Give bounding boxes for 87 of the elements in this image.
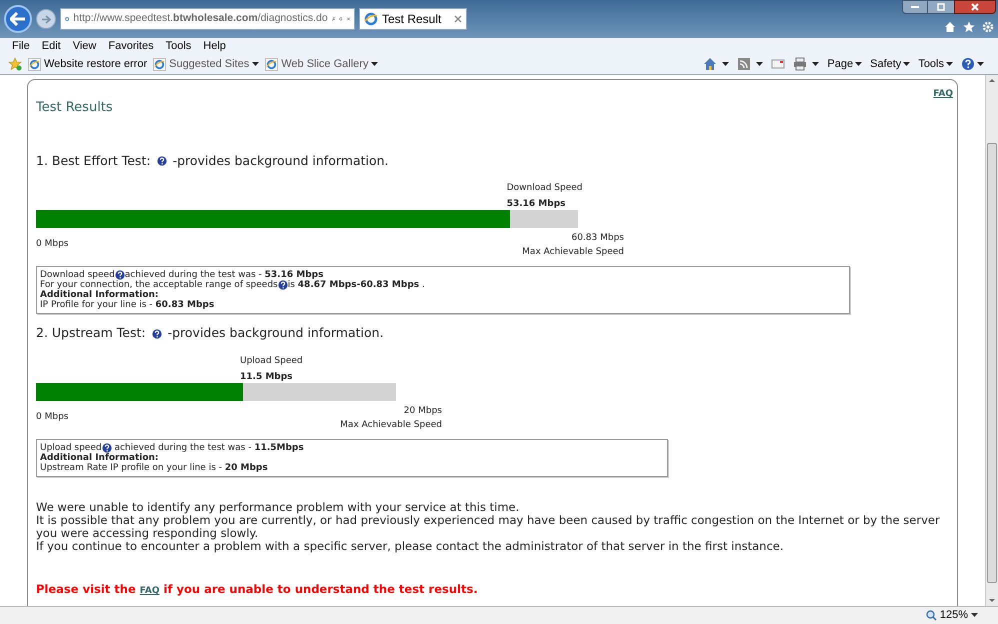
min-speed-label: 0 Mbps	[36, 238, 68, 252]
feed-icon[interactable]	[737, 57, 752, 71]
home-icon[interactable]	[703, 57, 718, 71]
min-speed-label: 0 Mbps	[36, 411, 68, 424]
favorites-link[interactable]: Suggested Sites	[169, 56, 250, 72]
info-text: achieved during the test was - 53.16 Mbps	[124, 270, 324, 280]
page-icon	[364, 12, 378, 26]
faq-link[interactable]: FAQ	[933, 88, 953, 102]
printer-icon[interactable]	[793, 57, 808, 71]
max-speed-label: Max Achievable Speed	[340, 418, 442, 432]
info-text: IP Profile for your line is - 60.83 Mbps	[40, 300, 216, 310]
page-icon	[28, 58, 41, 70]
caret-icon[interactable]	[722, 62, 730, 66]
command-menu[interactable]: Tools	[918, 56, 944, 72]
zoom-icon[interactable]	[926, 610, 937, 621]
favorites-link[interactable]: Web Slice Gallery	[281, 56, 368, 72]
menu-item[interactable]: View	[72, 38, 96, 54]
speed-value: 11.5 Mbps	[240, 370, 294, 384]
menu-item[interactable]: Favorites	[108, 38, 154, 54]
speed-label: Download Speed	[506, 182, 583, 196]
caret-icon[interactable]	[252, 62, 260, 66]
max-speed-label: Max Achievable Speed	[522, 246, 624, 259]
favorites-star-icon[interactable]	[8, 57, 22, 71]
test-heading: 1. Best Effort Test:	[36, 152, 151, 170]
scroll-down-icon[interactable]	[988, 598, 996, 604]
help-icon[interactable]	[152, 328, 162, 339]
max-speed-value: 20 Mbps	[404, 405, 442, 418]
scrollbar-thumb[interactable]	[987, 143, 997, 583]
close-button[interactable]	[954, 0, 996, 14]
faq-link[interactable]: FAQ	[140, 585, 160, 598]
info-text: For your connection, the acceptable range of speeds	[40, 280, 278, 290]
caret-icon[interactable]	[903, 62, 910, 66]
mail-icon[interactable]	[771, 57, 786, 71]
help-icon[interactable]	[114, 270, 125, 280]
back-arrow-icon[interactable]	[10, 12, 26, 26]
menu-item[interactable]: Edit	[42, 38, 61, 54]
address-bar[interactable]: http://www.speedtest.btwholesale.com/diagnostics.do	[60, 8, 355, 30]
menu-item[interactable]: Tools	[166, 38, 192, 54]
test-heading-note: -provides background information.	[172, 152, 389, 170]
info-text: achieved during the test was - 11.5Mbps	[113, 443, 304, 453]
info-text: Additional Information:	[40, 290, 159, 300]
back-button[interactable]	[4, 5, 32, 33]
speed-label: Upload Speed	[240, 355, 303, 368]
caret-icon[interactable]	[371, 62, 378, 66]
speed-value: 53.16 Mbps	[506, 198, 567, 211]
help-icon[interactable]	[961, 57, 975, 71]
favorites-link[interactable]: Website restore error	[44, 56, 148, 72]
forward-button[interactable]	[36, 9, 56, 29]
caret-icon[interactable]	[756, 62, 764, 66]
help-icon[interactable]	[102, 443, 112, 453]
menu-item[interactable]: File	[12, 38, 30, 54]
command-menu[interactable]: Page	[827, 56, 854, 72]
browser-tab[interactable]: Test Result	[359, 8, 467, 30]
caret-icon[interactable]	[855, 62, 862, 66]
info-text: Upload speed	[40, 443, 102, 453]
page-icon	[153, 58, 166, 70]
minimize-button[interactable]	[902, 0, 928, 14]
page-title: Test Results	[36, 99, 113, 117]
home-icon[interactable]	[944, 21, 956, 33]
dropdown-arrow-icon[interactable]	[971, 613, 978, 618]
info-text: is 48.67 Mbps-60.83 Mbps .	[288, 280, 425, 290]
zoom-level[interactable]: 125%	[940, 607, 968, 624]
notice-text: Please visit the	[36, 581, 136, 598]
caret-icon[interactable]	[946, 62, 953, 66]
test-heading: 2. Upstream Test:	[36, 324, 146, 342]
page-icon	[265, 58, 278, 70]
info-text: Upstream Rate IP profile on your line is - 20 Mbps	[40, 463, 269, 473]
tab-title: Test Result	[382, 11, 442, 28]
settings-icon[interactable]	[982, 21, 994, 33]
test-heading-note: -provides background information.	[168, 324, 384, 342]
help-icon[interactable]	[278, 280, 288, 290]
help-icon[interactable]	[156, 156, 167, 166]
scrollbar[interactable]	[985, 75, 998, 606]
caret-icon[interactable]	[977, 62, 984, 66]
max-speed-value: 60.83 Mbps	[571, 232, 624, 246]
caret-icon[interactable]	[812, 62, 820, 66]
notice-text: if you are unable to understand the test results.	[164, 581, 478, 598]
info-text: Download speed	[40, 270, 115, 280]
summary-text: It is possible that any problem you are currently, or had previously experienced may have been caused by traffic congestion on the Internet or by the server you were accessing responding slowly.	[36, 514, 941, 540]
menu-item[interactable]: Help	[203, 38, 226, 54]
info-text: Additional Information:	[40, 453, 160, 463]
star-icon[interactable]	[963, 21, 975, 33]
restore-button[interactable]	[928, 0, 954, 14]
command-menu[interactable]: Safety	[870, 56, 902, 72]
summary-text: If you continue to encounter a problem with a specific server, please contact the administrator of that server in the first instance.	[36, 540, 784, 553]
scroll-up-icon[interactable]	[988, 77, 996, 83]
summary-text: We were unable to identify any performance problem with your service at this time.	[36, 501, 520, 514]
